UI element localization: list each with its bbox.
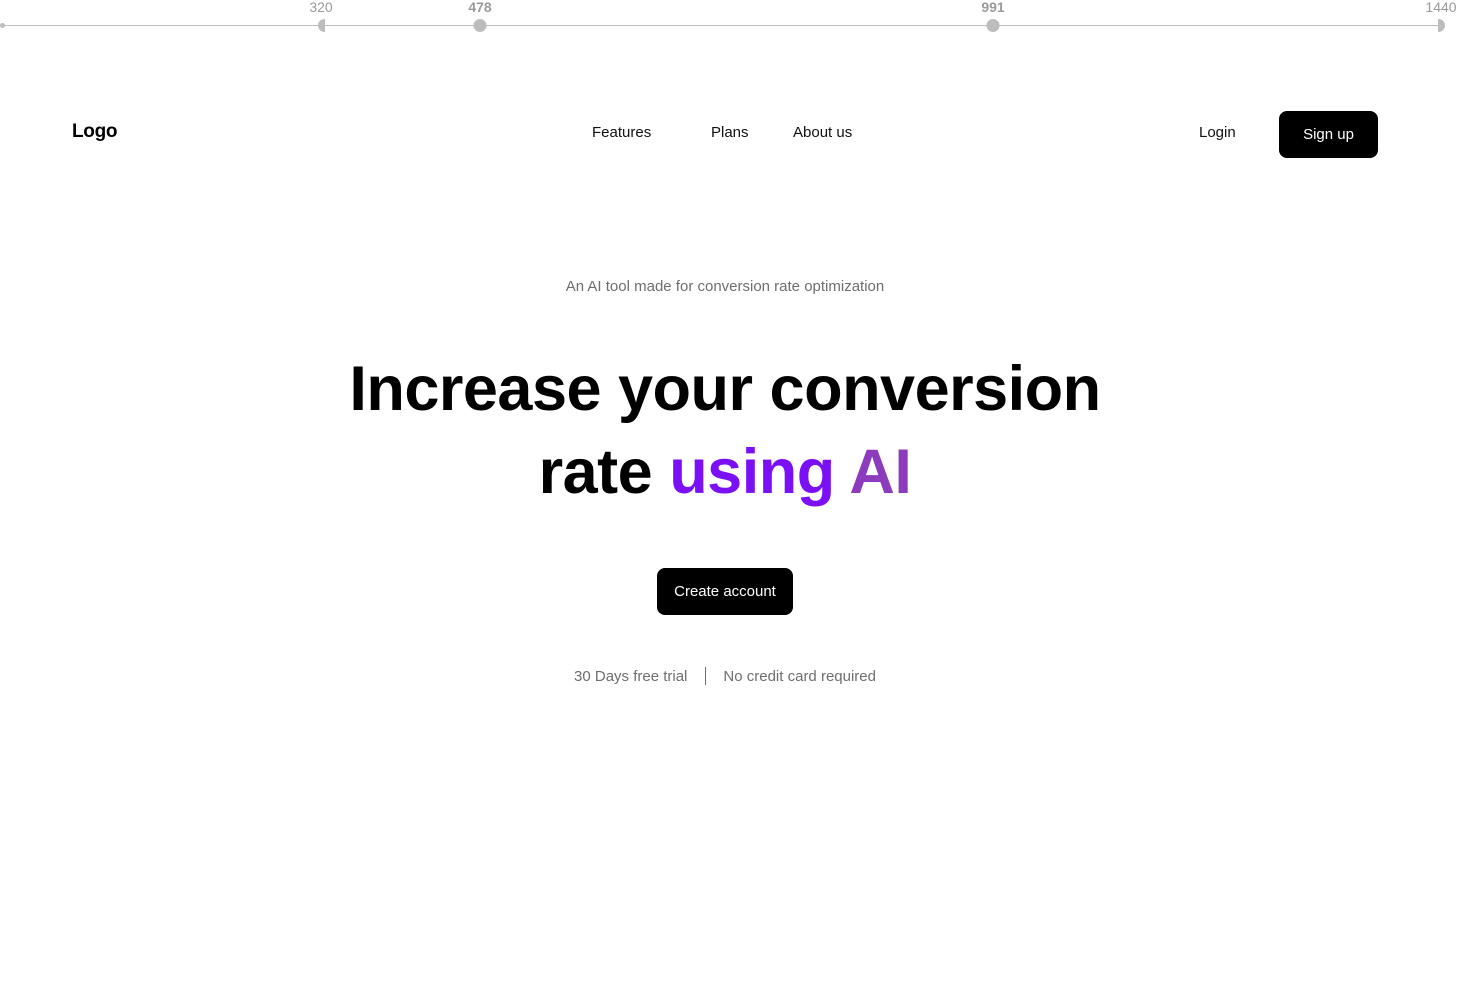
nav-link-plans[interactable]: Plans	[711, 124, 749, 141]
nav-link-about-us[interactable]: About us	[793, 124, 852, 141]
breakpoint-label-991: 991	[981, 0, 1005, 15]
perk-free-trial: 30 Days free trial	[574, 668, 688, 685]
hero-eyebrow: An AI tool made for conversion rate opti…	[565, 278, 885, 295]
breakpoint-label-478: 478	[468, 0, 492, 15]
create-account-button[interactable]: Create account	[657, 568, 793, 615]
headline-accent-using: using	[669, 437, 835, 507]
breakpoint-label-1440: 1440	[1425, 0, 1457, 15]
headline-line-1: Increase your conversion	[349, 354, 1101, 424]
breakpoint-handle-991[interactable]	[986, 19, 1000, 32]
nav-link-features[interactable]: Features	[592, 124, 651, 141]
login-link[interactable]: Login	[1199, 124, 1236, 141]
hero-headline: Increase your conversion rate using AI	[0, 348, 1450, 514]
headline-line-2-text: rate	[538, 437, 670, 507]
perk-divider	[705, 667, 707, 686]
breakpoint-label-320: 320	[309, 0, 333, 15]
perk-no-credit-card: No credit card required	[723, 668, 876, 685]
headline-line-2: rate using AI	[0, 431, 1450, 514]
signup-button[interactable]: Sign up	[1279, 111, 1378, 158]
ruler-line	[3, 25, 1441, 26]
navbar: Logo Features Plans About us Login Sign …	[0, 110, 1458, 158]
headline-accent-ai: AI	[849, 437, 912, 507]
breakpoint-handle-320[interactable]	[318, 19, 325, 32]
breakpoint-handle-1440[interactable]	[1438, 19, 1445, 32]
nav-links: Features Plans About us	[0, 124, 1458, 144]
breakpoint-handle-478[interactable]	[473, 19, 487, 32]
breakpoint-ruler: 320 478 991 1440	[0, 0, 1458, 40]
hero-perks: 30 Days free trial No credit card require…	[0, 667, 1450, 686]
